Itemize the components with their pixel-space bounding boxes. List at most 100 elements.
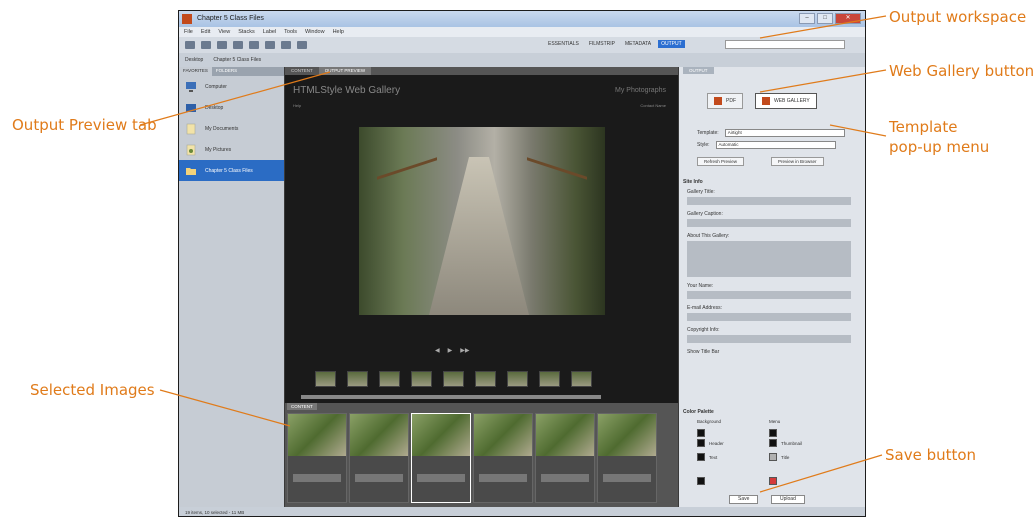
camera-icon[interactable]	[249, 41, 259, 49]
accent-swatch-2[interactable]	[769, 477, 777, 485]
menu-file[interactable]: File	[184, 29, 193, 35]
gallery-help-link[interactable]: Help	[293, 103, 301, 108]
workspace-filmstrip[interactable]: FILMSTRIP	[586, 40, 618, 48]
menu-swatch[interactable]	[769, 429, 777, 437]
open-in-camera-raw-icon[interactable]	[281, 41, 291, 49]
workspace-output[interactable]: OUTPUT	[658, 40, 685, 48]
text-swatch[interactable]	[697, 453, 705, 461]
title-color-label: Title	[781, 455, 790, 460]
menu-stacks[interactable]: Stacks	[238, 29, 255, 35]
search-input[interactable]	[725, 40, 845, 49]
thumbnail-scrollbar[interactable]	[301, 395, 601, 399]
gallery-contact-link[interactable]: Contact Name	[640, 103, 666, 108]
selected-image-thumbnail[interactable]	[597, 413, 657, 503]
maximize-button[interactable]: □	[817, 13, 833, 24]
header-color-label: Header	[709, 441, 724, 446]
folder-my-pictures[interactable]: My Pictures	[179, 139, 284, 160]
selected-image-thumbnail[interactable]	[349, 413, 409, 503]
return-icon[interactable]	[233, 41, 243, 49]
folder-my-documents[interactable]: My Documents	[179, 118, 284, 139]
path-desktop[interactable]: Desktop	[185, 57, 203, 63]
next-icon[interactable]: ▶▶	[460, 347, 469, 354]
selected-image-thumbnail[interactable]	[287, 413, 347, 503]
callout-output-preview-tab: Output Preview tab	[12, 116, 157, 134]
close-button[interactable]: ✕	[835, 13, 861, 24]
show-title-bar-checkbox[interactable]: Show Title Bar	[687, 349, 859, 355]
copyright-field[interactable]	[687, 335, 851, 343]
style-popup-menu[interactable]: Automatic	[715, 141, 836, 149]
documents-icon	[186, 123, 196, 134]
gallery-subtitle: My Photographs	[615, 87, 666, 94]
site-info-header[interactable]: Site Info	[683, 179, 703, 185]
gallery-thumbnail[interactable]	[411, 371, 432, 387]
menu-help[interactable]: Help	[333, 29, 344, 35]
pdf-button[interactable]: PDF	[707, 93, 743, 109]
workspace-essentials[interactable]: ESSENTIALS	[545, 40, 582, 48]
refine-icon[interactable]	[265, 41, 275, 49]
gallery-thumbnail[interactable]	[347, 371, 368, 387]
menu-view[interactable]: View	[218, 29, 230, 35]
background-label: Background	[697, 419, 722, 424]
title-swatch[interactable]	[769, 453, 777, 461]
selected-image-thumbnail[interactable]	[411, 413, 471, 503]
window-title: Chapter 5 Class Files	[197, 15, 264, 22]
accent-swatch-1[interactable]	[697, 477, 705, 485]
tab-output[interactable]: OUTPUT	[683, 67, 714, 74]
gallery-thumbnail[interactable]	[475, 371, 496, 387]
header-swatch[interactable]	[697, 439, 705, 447]
refresh-preview-button[interactable]: Refresh Preview	[697, 157, 745, 166]
menu-window[interactable]: Window	[305, 29, 325, 35]
tab-output-preview[interactable]: OUTPUT PREVIEW	[318, 67, 372, 75]
your-name-field[interactable]	[687, 291, 851, 299]
preview-in-browser-button[interactable]: Preview in Browser	[771, 157, 824, 166]
gallery-thumbnail[interactable]	[539, 371, 560, 387]
tab-favorites[interactable]: FAVORITES	[179, 67, 212, 76]
path-class-files[interactable]: Chapter 5 Class Files	[213, 57, 261, 63]
upload-button[interactable]: Upload	[771, 495, 805, 504]
pdf-label: PDF	[726, 98, 736, 104]
forward-icon[interactable]	[201, 41, 211, 49]
gallery-thumbnail[interactable]	[379, 371, 400, 387]
selected-image-thumbnail[interactable]	[473, 413, 533, 503]
back-icon[interactable]	[185, 41, 195, 49]
callout-save-button: Save button	[885, 446, 977, 464]
gallery-thumbnail[interactable]	[571, 371, 592, 387]
selected-image-thumbnail[interactable]	[535, 413, 595, 503]
folder-label: My Pictures	[205, 146, 232, 153]
web-gallery-button[interactable]: WEB GALLERY	[755, 93, 817, 109]
folder-chapter-5-class-files[interactable]: Chapter 5 Class Files	[179, 160, 284, 181]
template-popup-menu[interactable]: Airtight	[724, 129, 845, 137]
thumbnail-swatch[interactable]	[769, 439, 777, 447]
gallery-thumbnail[interactable]	[507, 371, 528, 387]
thumbnail-color-label: Thumbnail	[781, 441, 803, 446]
play-icon[interactable]: ▶	[448, 347, 453, 354]
prev-icon[interactable]: ◀	[435, 347, 440, 354]
folder-computer[interactable]: Computer	[179, 76, 284, 97]
minimize-button[interactable]: –	[799, 13, 815, 24]
background-swatch[interactable]	[697, 429, 705, 437]
gallery-caption-field[interactable]	[687, 219, 851, 227]
folder-desktop[interactable]: Desktop	[179, 97, 284, 118]
recent-folders-icon[interactable]	[217, 41, 227, 49]
color-palette-header[interactable]: Color Palette	[683, 409, 714, 415]
gallery-thumbnail[interactable]	[443, 371, 464, 387]
menu-label[interactable]: Label	[263, 29, 276, 35]
output-type-buttons: PDF WEB GALLERY	[707, 93, 817, 109]
about-gallery-field[interactable]	[687, 241, 851, 277]
email-field[interactable]	[687, 313, 851, 321]
gallery-caption-label: Gallery Caption:	[687, 211, 723, 217]
rotate-icon[interactable]	[297, 41, 307, 49]
main-photo	[359, 127, 605, 315]
tab-folders[interactable]: FOLDERS	[212, 67, 241, 76]
menu-edit[interactable]: Edit	[201, 29, 210, 35]
callout-template-line2: pop-up menu	[889, 137, 990, 156]
gallery-thumbnail[interactable]	[315, 371, 336, 387]
email-label: E-mail Address:	[687, 305, 723, 311]
gallery-title-field[interactable]	[687, 197, 851, 205]
workspace-switcher: ESSENTIALS FILMSTRIP METADATA OUTPUT	[545, 40, 685, 48]
tab-content[interactable]: CONTENT	[285, 67, 319, 75]
save-button[interactable]: Save	[729, 495, 759, 504]
workspace-metadata[interactable]: METADATA	[622, 40, 654, 48]
menu-tools[interactable]: Tools	[284, 29, 297, 35]
tab-content-panel[interactable]: CONTENT	[287, 403, 317, 410]
